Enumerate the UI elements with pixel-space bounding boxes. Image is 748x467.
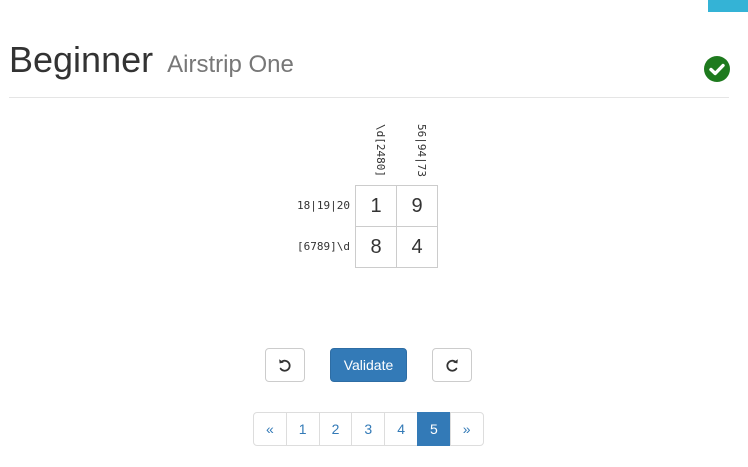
pagination-prev[interactable]: « (253, 412, 287, 446)
grid-cell[interactable]: 4 (397, 227, 438, 268)
grid-cell[interactable]: 8 (356, 227, 397, 268)
pagination-page-5[interactable]: 5 (416, 412, 451, 446)
page-title: Beginner Airstrip One (9, 40, 294, 85)
grid-cell[interactable]: 1 (356, 186, 397, 227)
puzzle-name: Airstrip One (167, 51, 294, 78)
check-circle-icon (704, 56, 730, 82)
page-header: Beginner Airstrip One (9, 40, 730, 98)
pagination: « 1 2 3 4 5 » (253, 412, 484, 446)
undo-button[interactable] (265, 348, 305, 382)
pagination-next[interactable]: » (449, 412, 484, 446)
top-corner-tab[interactable] (708, 0, 748, 12)
pagination-page-1[interactable]: 1 (285, 412, 320, 446)
puzzle-grid: 1 9 8 4 (355, 185, 438, 268)
row-clue-1: 18|19|20 (297, 199, 350, 212)
puzzle-difficulty: Beginner (9, 39, 154, 80)
column-clue-1: \d[2480] (374, 124, 387, 177)
pagination-page-4[interactable]: 4 (384, 412, 418, 446)
validate-button[interactable]: Validate (330, 348, 407, 382)
row-clue-2: [6789]\d (297, 240, 350, 253)
redo-button[interactable] (432, 348, 472, 382)
pagination-page-3[interactable]: 3 (351, 412, 386, 446)
column-clue-2: 56|94|73 (415, 124, 428, 177)
grid-cell[interactable]: 9 (397, 186, 438, 227)
undo-icon (279, 359, 291, 372)
pagination-page-2[interactable]: 2 (318, 412, 353, 446)
redo-icon (446, 359, 458, 372)
